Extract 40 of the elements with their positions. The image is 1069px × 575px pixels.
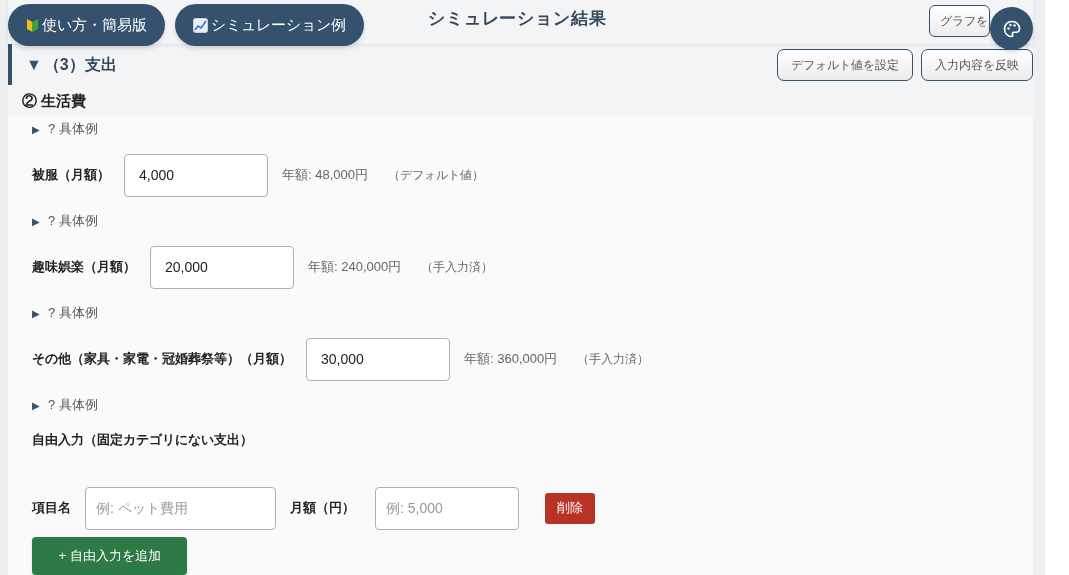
free-input-heading: 自由入力（固定カテゴリにない支出） (32, 431, 253, 450)
input-status: （デフォルト値） (388, 167, 484, 184)
examples-link[interactable]: ? 具体例 (48, 211, 98, 231)
action-button[interactable]: デフォルト値を設定 (777, 48, 913, 81)
annual-amount: 年額: 240,000円 (308, 258, 402, 277)
input-status: （手入力済） (421, 259, 494, 276)
field-label: 被服（月額） (32, 166, 110, 185)
examples-link[interactable]: ? 具体例 (48, 119, 98, 139)
subsection-title: ② 生活費 (22, 90, 87, 111)
field-label: 項目名 (32, 499, 71, 518)
amount-field[interactable]: 20,000 (150, 245, 294, 289)
palette-button[interactable] (990, 7, 1033, 50)
field-label: その他（家具・家電・冠婚葬祭等）（月額） (32, 350, 292, 369)
expand-arrow-icon[interactable]: ▶ (32, 121, 40, 137)
delete-button[interactable]: 削除 (545, 492, 595, 524)
section-title: （3）支出 (43, 54, 117, 75)
graph-button[interactable]: グラフを (929, 5, 990, 37)
monthly-amount-field[interactable]: 例: 5,000 (375, 486, 519, 530)
amount-field[interactable]: 4,000 (124, 153, 268, 197)
expand-arrow-icon[interactable]: ▶ (32, 397, 40, 413)
field-label: 趣味娯楽（月額） (32, 258, 136, 277)
action-button[interactable]: 入力内容を反映 (921, 48, 1033, 81)
nav-button[interactable]: 使い方・簡易版 (8, 4, 165, 46)
input-status: （手入力済） (577, 351, 650, 368)
page-title: シミュレーション結果 (428, 8, 607, 30)
examples-link[interactable]: ? 具体例 (48, 303, 98, 323)
annual-amount: 年額: 360,000円 (464, 350, 558, 369)
collapse-toggle[interactable]: ▼ (26, 52, 42, 77)
amount-field[interactable]: 30,000 (306, 337, 450, 381)
expand-arrow-icon[interactable]: ▶ (32, 213, 40, 229)
item-name-field[interactable]: 例: ペット費用 (85, 486, 276, 530)
chart-icon (193, 17, 208, 33)
leaf-mark-icon (26, 17, 39, 33)
field-label: 月額（円） (290, 499, 355, 518)
expand-arrow-icon[interactable]: ▶ (32, 305, 40, 321)
nav-button[interactable]: シミュレーション例 (175, 4, 364, 46)
palette-icon (1002, 19, 1021, 38)
examples-link[interactable]: ? 具体例 (48, 395, 98, 415)
add-free-input-button[interactable]: + 自由入力を追加 (32, 537, 187, 575)
annual-amount: 年額: 48,000円 (282, 166, 368, 185)
